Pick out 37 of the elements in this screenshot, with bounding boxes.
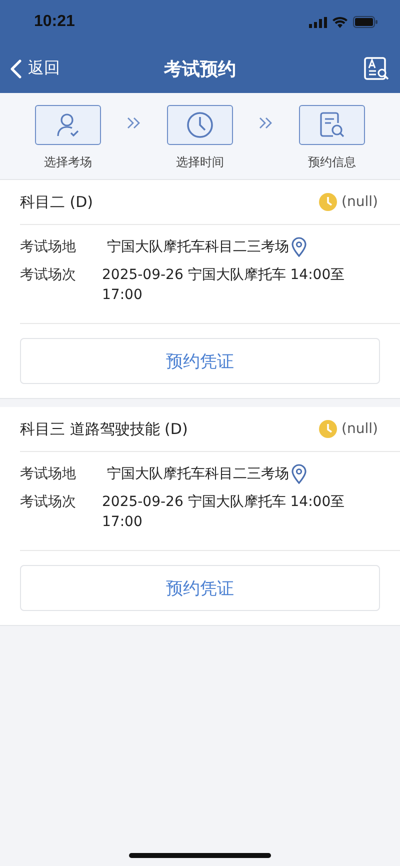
step-button[interactable]: [299, 105, 365, 145]
field-label: 考试场次: [20, 493, 77, 512]
step-label: 选择时间: [176, 154, 224, 171]
page-title: 考试预约: [164, 58, 236, 80]
back-chevron-icon: [10, 58, 22, 78]
document-search-icon[interactable]: [364, 56, 390, 80]
field-value: 2025-09-26 宁国大队摩托车 14:00至17:00: [102, 266, 346, 305]
document-search-icon: [319, 112, 345, 138]
clock-icon: [318, 420, 337, 438]
signal-icon: [309, 16, 327, 28]
location-pin-icon[interactable]: [291, 464, 307, 484]
battery-icon: [353, 16, 378, 28]
field-label: 考试场次: [20, 266, 77, 285]
status-text: (null): [342, 194, 378, 210]
step-label: 预约信息: [308, 154, 356, 171]
clock-icon: [318, 193, 337, 211]
status-text: (null): [342, 421, 378, 437]
step-button[interactable]: [167, 105, 233, 145]
clock-icon: [186, 111, 214, 139]
step-button[interactable]: [35, 105, 101, 145]
subject-title: 科目二 (D): [20, 192, 94, 212]
field-value: 宁国大队摩托车科目二三考场: [106, 465, 289, 484]
step-label: 选择考场: [44, 154, 92, 171]
back-button[interactable]: 返回: [10, 58, 60, 79]
person-check-icon: [55, 112, 81, 138]
status-time: 10:21: [34, 13, 75, 31]
location-pin-icon[interactable]: [291, 237, 307, 257]
double-chevron-icon: [127, 117, 141, 129]
voucher-button[interactable]: 预约凭证: [20, 338, 380, 384]
subject-title: 科目三 道路驾驶技能 (D): [20, 420, 188, 438]
field-value: 2025-09-26 宁国大队摩托车 14:00至17:00: [102, 493, 346, 532]
field-value: 宁国大队摩托车科目二三考场: [106, 238, 289, 257]
double-chevron-icon: [259, 117, 273, 129]
field-label: 考试场地: [20, 465, 77, 484]
field-label: 考试场地: [20, 238, 77, 257]
wifi-icon: [332, 16, 348, 28]
voucher-button[interactable]: 预约凭证: [20, 565, 380, 611]
